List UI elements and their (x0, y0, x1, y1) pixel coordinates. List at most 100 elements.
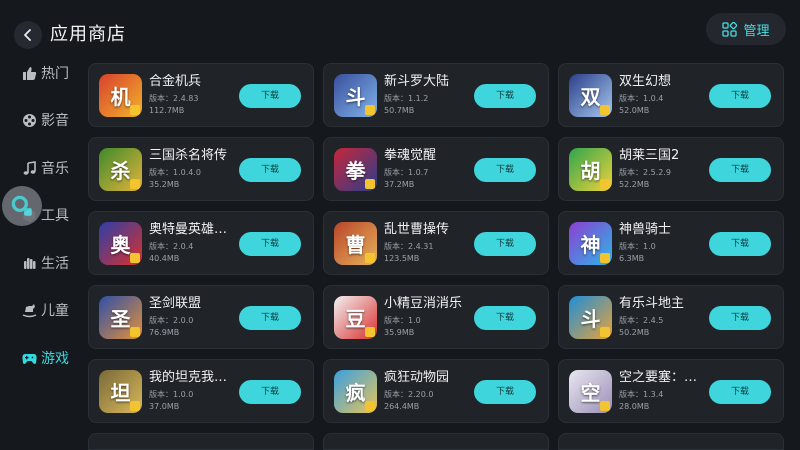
download-button[interactable]: 下载 (239, 306, 301, 330)
app-size: 40.4MB (149, 254, 180, 263)
badge-icon (365, 179, 375, 189)
app-card[interactable]: 疯疯狂动物园版本：2.20.0 264.4MB 下载 (323, 359, 549, 423)
app-size: 6.3MB (619, 254, 645, 263)
app-name: 圣剑联盟 (149, 296, 202, 311)
app-card[interactable]: 双双生幻想版本：1.0.4 52.0MB 下载 (558, 63, 784, 127)
badge-icon (365, 401, 375, 411)
app-version: 版本：2.20.0 (384, 390, 434, 399)
download-button[interactable]: 下载 (239, 84, 301, 108)
badge-icon (365, 105, 375, 115)
app-version: 版本：1.0 (619, 242, 656, 251)
app-icon: 曹 (334, 222, 377, 265)
app-grid: 机合金机兵 版本：2.4.83 112.7MB 下载斗新斗罗大陆 版本：1.1.2 50.… (0, 0, 800, 450)
badge-icon (365, 253, 375, 263)
badge-icon (600, 327, 610, 337)
download-button[interactable]: 下载 (709, 380, 771, 404)
app-size: 37.2MB (384, 180, 415, 189)
app-card[interactable]: 空空之要塞：… 版本：1.3.4 28.0MB 下载 (558, 359, 784, 423)
download-button[interactable]: 下载 (709, 84, 771, 108)
app-card[interactable]: 斗新斗罗大陆 版本：1.1.2 50.7MB 下载 (323, 63, 549, 127)
app-icon: 奥 (99, 222, 142, 265)
app-icon: 豆 (334, 296, 377, 339)
app-size: 52.0MB (619, 106, 650, 115)
badge-icon (600, 253, 610, 263)
app-icon: 杀 (99, 148, 142, 191)
app-card[interactable]: 杀三国杀名将传版本：1.0.4.0 35.2MB 下载 (88, 137, 314, 201)
download-button[interactable]: 下载 (709, 158, 771, 182)
app-card[interactable]: 拳拳魂觉醒版本：1.0.7 37.2MB 下载 (323, 137, 549, 201)
download-button[interactable]: 下载 (474, 158, 536, 182)
badge-icon (130, 253, 140, 263)
app-name: 乱世曹操传 (384, 222, 450, 237)
app-size: 28.0MB (619, 402, 650, 411)
app-name: 双生幻想 (619, 74, 672, 89)
app-name: 拳魂觉醒 (384, 148, 437, 163)
app-icon: 疯 (334, 370, 377, 413)
app-icon: 拳 (334, 148, 377, 191)
app-card-partial[interactable] (88, 433, 314, 450)
badge-icon (600, 105, 610, 115)
app-size: 76.9MB (149, 328, 180, 337)
download-button[interactable]: 下载 (239, 158, 301, 182)
app-name: 合金机兵 (149, 74, 202, 89)
app-card[interactable]: 胡胡莱三国2 版本：2.5.2.9 52.2MB 下载 (558, 137, 784, 201)
app-version: 版本：2.4.83 (149, 94, 199, 103)
app-name: 空之要塞：… (619, 370, 698, 385)
app-version: 版本：1.0.7 (384, 168, 429, 177)
app-icon: 空 (569, 370, 612, 413)
app-name: 疯狂动物园 (384, 370, 450, 385)
download-button[interactable]: 下载 (474, 84, 536, 108)
app-name: 神兽骑士 (619, 222, 672, 237)
app-card[interactable]: 曹乱世曹操传 版本：2.4.31 123.5MB 下载 (323, 211, 549, 275)
app-version: 版本：2.0.4 (149, 242, 194, 251)
app-version: 版本：1.0.4 (619, 94, 664, 103)
app-version: 版本：2.4.31 (384, 242, 434, 251)
app-card[interactable]: 机合金机兵 版本：2.4.83 112.7MB 下载 (88, 63, 314, 127)
app-size: 50.7MB (384, 106, 415, 115)
app-card-partial[interactable] (323, 433, 549, 450)
app-card[interactable]: 坦我的坦克我… 版本：1.0.0 37.0MB 下载 (88, 359, 314, 423)
app-version: 版本：1.0.0 (149, 390, 194, 399)
app-card[interactable]: 奥奥特曼英雄… 版本：2.0.4 40.4MB 下载 (88, 211, 314, 275)
app-card[interactable]: 豆小精豆消消乐版本：1.0 35.9MB 下载 (323, 285, 549, 349)
download-button[interactable]: 下载 (709, 306, 771, 330)
app-version: 版本：1.1.2 (384, 94, 429, 103)
app-name: 三国杀名将传 (149, 148, 228, 163)
app-icon: 胡 (569, 148, 612, 191)
app-version: 版本：1.3.4 (619, 390, 664, 399)
badge-icon (130, 105, 140, 115)
app-size: 50.2MB (619, 328, 650, 337)
app-icon: 圣 (99, 296, 142, 339)
badge-icon (130, 179, 140, 189)
app-card[interactable]: 圣圣剑联盟版本：2.0.0 76.9MB 下载 (88, 285, 314, 349)
app-version: 版本：2.0.0 (149, 316, 194, 325)
app-name: 小精豆消消乐 (384, 296, 463, 311)
download-button[interactable]: 下载 (239, 232, 301, 256)
app-name: 有乐斗地主 (619, 296, 685, 311)
app-size: 264.4MB (384, 402, 420, 411)
badge-icon (365, 327, 375, 337)
app-size: 35.2MB (149, 180, 180, 189)
badge-icon (130, 401, 140, 411)
download-button[interactable]: 下载 (474, 306, 536, 330)
app-size: 112.7MB (149, 106, 185, 115)
badge-icon (600, 179, 610, 189)
app-version: 版本：1.0 (384, 316, 421, 325)
app-card[interactable]: 斗有乐斗地主 版本：2.4.5 50.2MB 下载 (558, 285, 784, 349)
app-version: 版本：2.5.2.9 (619, 168, 671, 177)
badge-icon (600, 401, 610, 411)
app-icon: 双 (569, 74, 612, 117)
download-button[interactable]: 下载 (474, 232, 536, 256)
app-card[interactable]: 神神兽骑士版本：1.0 6.3MB 下载 (558, 211, 784, 275)
app-version: 版本：1.0.4.0 (149, 168, 201, 177)
app-name: 胡莱三国2 (619, 148, 680, 163)
download-button[interactable]: 下载 (709, 232, 771, 256)
download-button[interactable]: 下载 (239, 380, 301, 404)
app-name: 奥特曼英雄… (149, 222, 228, 237)
app-size: 35.9MB (384, 328, 415, 337)
app-icon: 斗 (334, 74, 377, 117)
app-card-partial[interactable] (558, 433, 784, 450)
app-icon: 坦 (99, 370, 142, 413)
download-button[interactable]: 下载 (474, 380, 536, 404)
app-icon: 神 (569, 222, 612, 265)
